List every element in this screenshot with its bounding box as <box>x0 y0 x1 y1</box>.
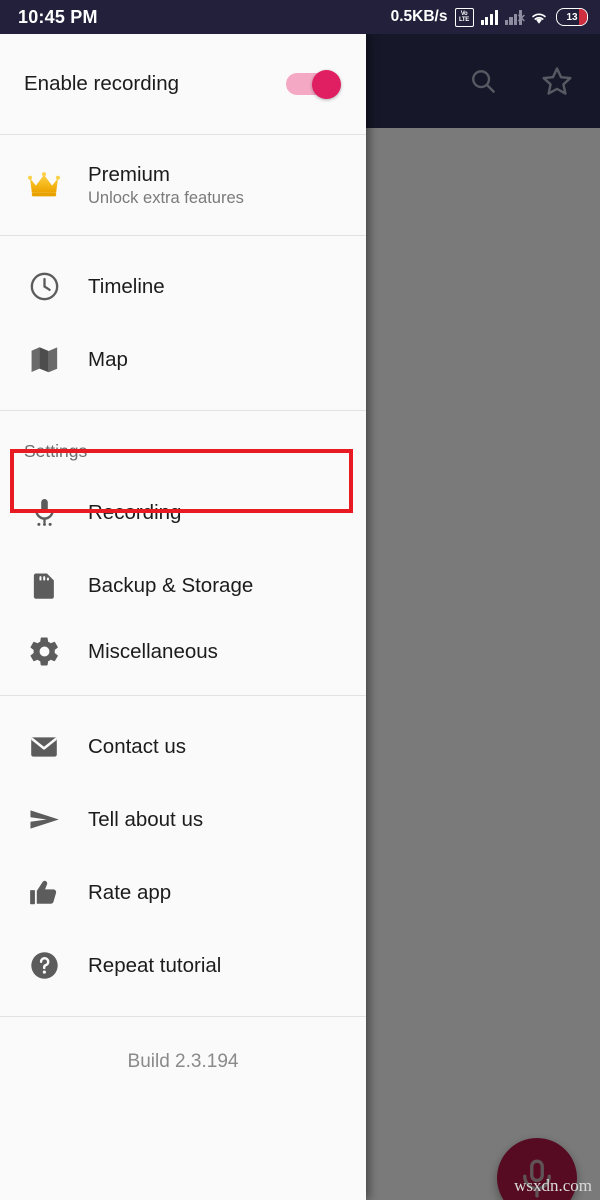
drawer-item-repeat-tutorial[interactable]: Repeat tutorial <box>0 929 366 1002</box>
drawer-item-premium[interactable]: Premium Unlock extra features <box>0 135 366 235</box>
battery-level-text: 13 <box>566 11 578 23</box>
sd-card-icon <box>24 566 64 606</box>
drawer-settings-group: Settings Recording Backup & Storage Misc… <box>0 411 366 695</box>
drawer-item-label: Map <box>88 347 128 371</box>
drawer-nav-group: Timeline Map <box>0 236 366 410</box>
enable-recording-row[interactable]: Enable recording <box>0 34 366 134</box>
phone-screen: NGS Enable recording <box>0 0 600 1200</box>
toggle-thumb <box>312 69 341 99</box>
battery-level-fill <box>579 9 587 25</box>
drawer-item-label: Repeat tutorial <box>88 953 222 977</box>
settings-section-header: Settings <box>24 441 88 461</box>
envelope-icon <box>24 727 64 767</box>
drawer-item-label: Backup & Storage <box>88 573 254 597</box>
help-circle-icon <box>24 946 64 986</box>
enable-recording-toggle[interactable] <box>286 69 342 99</box>
thumbs-up-icon <box>24 873 64 913</box>
send-icon <box>24 800 64 840</box>
drawer-item-label: Rate app <box>88 880 172 904</box>
status-bar: 10:45 PM 0.5KB/s Vo LTE ✕ 13 <box>0 0 600 34</box>
network-speed-label: 0.5KB/s <box>390 8 448 25</box>
drawer-item-timeline[interactable]: Timeline <box>0 250 366 323</box>
drawer-item-tell-about-us[interactable]: Tell about us <box>0 783 366 856</box>
gear-icon <box>24 632 64 672</box>
drawer-item-label: Contact us <box>88 734 186 758</box>
drawer-item-rate-app[interactable]: Rate app <box>0 856 366 929</box>
drawer-item-backup-storage[interactable]: Backup & Storage <box>0 549 366 622</box>
drawer-item-miscellaneous[interactable]: Miscellaneous <box>0 622 366 695</box>
map-icon <box>24 340 64 380</box>
status-clock: 10:45 PM <box>18 6 98 27</box>
volte-icon: Vo LTE <box>454 7 474 27</box>
drawer-item-contact-us[interactable]: Contact us <box>0 710 366 783</box>
clock-icon <box>24 267 64 307</box>
crown-icon <box>24 165 64 205</box>
drawer-item-label: Tell about us <box>88 807 204 831</box>
drawer-support-group: Contact us Tell about us Rate app Repeat… <box>0 696 366 1016</box>
premium-title: Premium <box>88 162 171 186</box>
drawer-item-recording[interactable]: Recording <box>0 476 366 549</box>
signal-bars-no-service-icon: ✕ <box>504 9 526 25</box>
build-version-label: Build 2.3.194 <box>127 1051 239 1072</box>
drawer-item-label: Recording <box>88 500 182 524</box>
premium-subtitle: Unlock extra features <box>88 189 244 208</box>
enable-recording-label: Enable recording <box>24 72 179 95</box>
volte-bottom-text: LTE <box>459 17 469 23</box>
wifi-icon <box>532 13 546 24</box>
drawer-item-map[interactable]: Map <box>0 323 366 396</box>
drawer-item-label: Timeline <box>88 274 165 298</box>
battery-icon: 13 <box>556 8 588 26</box>
signal-bars-icon <box>480 9 498 25</box>
drawer-item-label: Miscellaneous <box>88 639 218 663</box>
microphone-settings-icon <box>24 493 64 533</box>
navigation-drawer: Enable recording Premium Unlock extra fe… <box>0 34 366 1200</box>
watermark: wsxdn.com <box>514 1176 592 1195</box>
